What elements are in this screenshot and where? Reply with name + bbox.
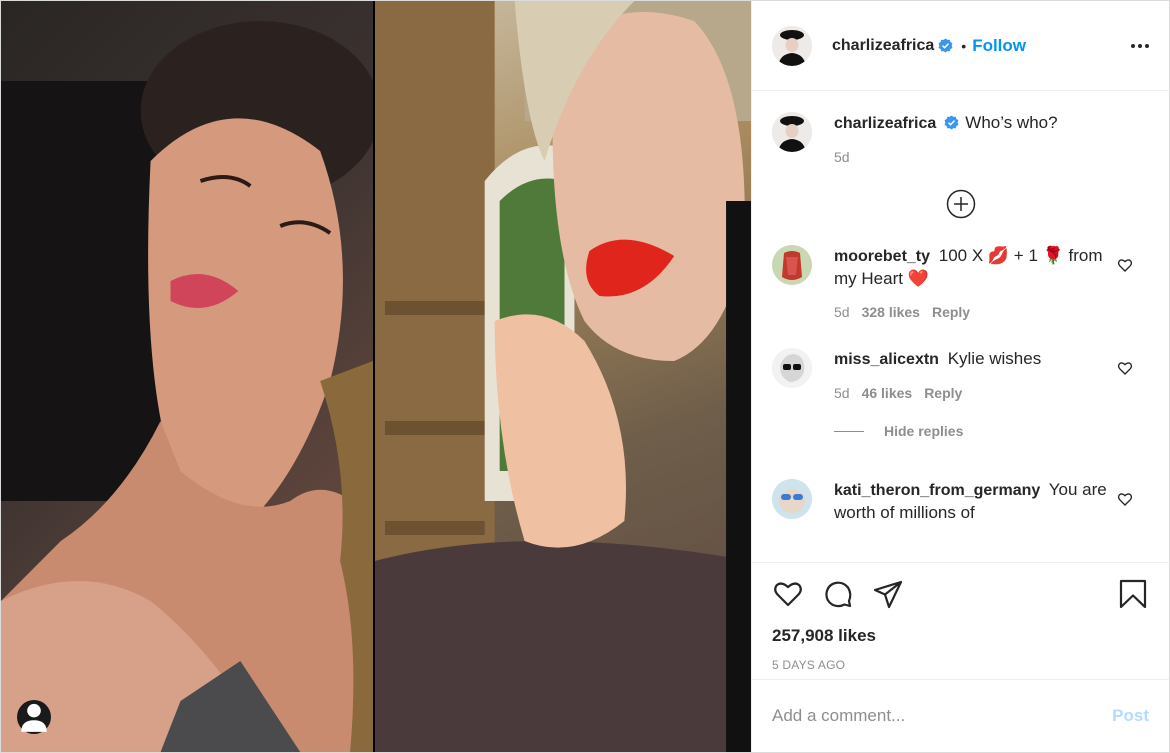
more-options-icon[interactable] bbox=[1131, 43, 1149, 48]
comment-likes[interactable]: 46 likes bbox=[862, 385, 913, 401]
hide-replies-line bbox=[834, 430, 864, 432]
post-media[interactable] bbox=[1, 1, 751, 752]
avatar[interactable] bbox=[772, 112, 812, 152]
caption: charlizeafrica Who’s who? 5d bbox=[772, 112, 1149, 165]
post-header: charlizeafrica • Follow bbox=[752, 1, 1169, 91]
verified-badge-icon bbox=[938, 38, 953, 53]
avatar[interactable] bbox=[772, 348, 812, 388]
bookmark-icon[interactable] bbox=[1117, 578, 1149, 610]
comment-heart-icon[interactable] bbox=[1117, 491, 1133, 507]
photo-left-illustration bbox=[1, 21, 373, 752]
comment-time[interactable]: 5d bbox=[834, 385, 850, 401]
post-side-panel: charlizeafrica • Follow charlizeafrica W… bbox=[751, 1, 1169, 752]
reply-button[interactable]: Reply bbox=[932, 304, 970, 320]
post-actions: 257,908 likes 5 DAYS AGO bbox=[752, 562, 1169, 672]
comment-input[interactable] bbox=[772, 706, 1103, 726]
comment-item: moorebet_ty 100 X 💋 + 1 🌹 from my Heart … bbox=[772, 245, 1149, 320]
avatar[interactable] bbox=[772, 25, 812, 66]
like-count[interactable]: 257,908 likes bbox=[772, 626, 1149, 646]
share-icon[interactable] bbox=[872, 578, 904, 610]
caption-text: Who’s who? bbox=[965, 113, 1058, 132]
add-comment-bar: Post bbox=[752, 679, 1169, 752]
comment-text: Kylie wishes bbox=[947, 349, 1042, 368]
load-more-comments[interactable] bbox=[772, 189, 1149, 219]
comment-heart-icon[interactable] bbox=[1117, 360, 1133, 376]
caption-time[interactable]: 5d bbox=[834, 149, 850, 165]
plus-circle-icon[interactable] bbox=[946, 189, 976, 219]
user-tag-icon[interactable] bbox=[17, 700, 51, 734]
avatar[interactable] bbox=[772, 245, 812, 285]
follow-button[interactable]: Follow bbox=[972, 36, 1026, 56]
comment-item: miss_alicextn Kylie wishes 5d 46 likes R… bbox=[772, 348, 1149, 401]
posted-time[interactable]: 5 DAYS AGO bbox=[772, 658, 1149, 672]
separator-dot: • bbox=[961, 37, 967, 54]
post-comment-button[interactable]: Post bbox=[1112, 706, 1149, 726]
comment-item: kati_theron_from_germany You are worth o… bbox=[772, 479, 1149, 524]
hide-replies-label: Hide replies bbox=[884, 423, 964, 439]
photo-left bbox=[1, 1, 373, 752]
avatar[interactable] bbox=[772, 479, 812, 519]
heart-icon[interactable] bbox=[772, 578, 804, 610]
comment-likes[interactable]: 328 likes bbox=[862, 304, 920, 320]
comment-username[interactable]: kati_theron_from_germany bbox=[834, 482, 1040, 499]
comments-list[interactable]: charlizeafrica Who’s who? 5d moorebet_ty… bbox=[752, 92, 1169, 562]
comment-time[interactable]: 5d bbox=[834, 304, 850, 320]
photo-right bbox=[375, 1, 751, 752]
instagram-post: charlizeafrica • Follow charlizeafrica W… bbox=[0, 0, 1170, 753]
verified-badge-icon bbox=[944, 115, 959, 130]
caption-username[interactable]: charlizeafrica bbox=[834, 115, 936, 132]
photo-right-illustration bbox=[375, 1, 751, 752]
reply-button[interactable]: Reply bbox=[924, 385, 962, 401]
hide-replies-button[interactable]: Hide replies bbox=[834, 423, 1149, 439]
comment-username[interactable]: miss_alicextn bbox=[834, 351, 939, 368]
author-username[interactable]: charlizeafrica bbox=[832, 37, 934, 55]
comment-username[interactable]: moorebet_ty bbox=[834, 248, 930, 265]
comment-icon[interactable] bbox=[822, 578, 854, 610]
comment-heart-icon[interactable] bbox=[1117, 257, 1133, 273]
